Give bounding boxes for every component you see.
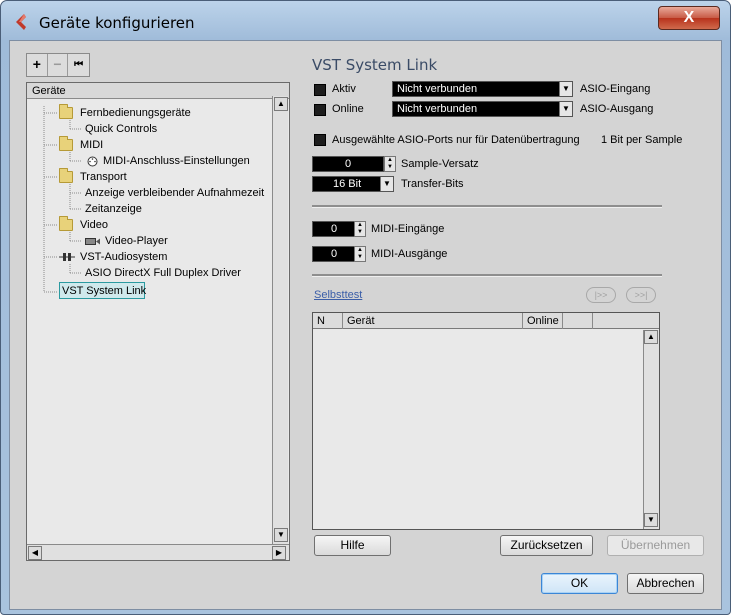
reset-button[interactable]: Zurücksetzen [500,535,593,556]
sample-offset-stepper[interactable]: ▲ ▼ [384,156,396,172]
folder-icon [59,216,73,231]
panel-title: VST System Link [312,56,438,74]
device-tree: Geräte Fernbedienungsgeräte Quick Contro… [26,82,290,561]
midi-inputs-stepper[interactable]: ▲ ▼ [354,221,366,237]
column-header-n[interactable]: N [313,313,343,329]
folder-icon [59,136,73,151]
cancel-button[interactable]: Abbrechen [627,573,704,594]
table-header: N Gerät Online [313,313,659,329]
transfer-bits-label: Transfer-Bits [401,178,464,190]
nav-prev-button[interactable]: |>> [586,287,616,303]
folder-icon [59,168,73,183]
reset-device-button[interactable]: ⏮ [68,54,89,76]
title-bar[interactable]: Geräte konfigurieren X [1,1,730,41]
scroll-right-icon[interactable]: ▶ [272,546,286,560]
aktiv-checkbox[interactable] [314,84,326,96]
data-only-label: Ausgewählte ASIO-Ports nur für Datenüber… [332,134,580,146]
midi-outputs-field[interactable]: 0 [312,246,356,262]
midi-outputs-label: MIDI-Ausgänge [371,248,448,260]
midi-port-icon [87,156,98,167]
section-divider [312,205,662,208]
audio-system-icon [59,253,75,261]
tree-body: Fernbedienungsgeräte Quick Controls MIDI… [27,100,273,544]
column-header-geraet[interactable]: Gerät [343,313,523,329]
cubase-logo-icon [16,14,26,30]
dialog-window: Geräte konfigurieren X + − ⏮ Geräte Fern… [0,0,731,615]
table-vertical-scrollbar[interactable]: ▲ ▼ [643,330,659,529]
scroll-down-icon[interactable]: ▼ [644,513,658,527]
apply-button[interactable]: Übernehmen [607,535,704,556]
folder-icon [59,104,73,119]
transfer-bits-select[interactable]: 16 Bit ▼ [312,176,394,192]
midi-outputs-stepper[interactable]: ▲ ▼ [354,246,366,262]
tree-toolbar: + − ⏮ [26,53,90,77]
remove-device-button[interactable]: − [48,54,69,76]
asio-output-label: ASIO-Ausgang [580,103,654,115]
midi-inputs-label: MIDI-Eingänge [371,223,445,235]
data-only-checkbox[interactable] [314,134,326,146]
chevron-down-icon: ▼ [559,102,572,116]
scroll-up-icon[interactable]: ▲ [274,97,288,111]
window-title: Geräte konfigurieren [39,14,195,32]
close-button[interactable]: X [658,6,720,30]
online-checkbox[interactable] [314,104,326,116]
online-label: Online [332,103,364,115]
tree-horizontal-scrollbar[interactable]: ◀ ▶ [27,544,289,560]
asio-input-label: ASIO-Eingang [580,83,651,95]
column-header-blank[interactable] [563,313,593,329]
chevron-down-icon: ▼ [559,82,572,96]
tree-header: Geräte [27,83,289,99]
bit-per-sample-label: 1 Bit per Sample [601,134,683,146]
midi-inputs-field[interactable]: 0 [312,221,356,237]
sample-offset-label: Sample-Versatz [401,158,479,170]
add-device-button[interactable]: + [27,54,48,76]
tree-vertical-scrollbar[interactable]: ▲ ▼ [272,96,288,544]
help-button[interactable]: Hilfe [314,535,391,556]
dialog-client: + − ⏮ Geräte Fernbedienungsgeräte Quick … [9,40,722,610]
system-link-table: N Gerät Online ▲ ▼ [312,312,660,530]
asio-output-select[interactable]: Nicht verbunden ▼ [392,101,573,117]
chevron-down-icon: ▼ [380,177,393,191]
video-player-icon [85,238,100,245]
asio-input-select[interactable]: Nicht verbunden ▼ [392,81,573,97]
nav-next-button[interactable]: >>| [626,287,656,303]
sample-offset-field[interactable]: 0 [312,156,384,172]
section-divider [312,274,662,277]
scroll-down-icon[interactable]: ▼ [274,528,288,542]
scroll-left-icon[interactable]: ◀ [28,546,42,560]
scroll-up-icon[interactable]: ▲ [644,330,658,344]
column-header-online[interactable]: Online [523,313,563,329]
ok-button[interactable]: OK [541,573,618,594]
aktiv-label: Aktiv [332,83,356,95]
selftest-link[interactable]: Selbsttest [314,289,362,301]
